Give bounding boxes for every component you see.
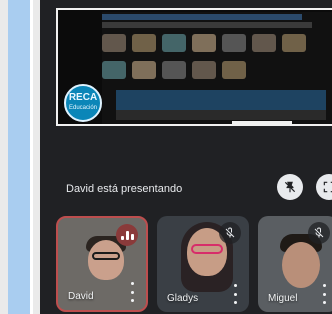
more-options-button[interactable] [128, 282, 136, 302]
mic-off-icon [225, 227, 235, 238]
slide-image [162, 61, 186, 79]
slide-image [102, 34, 126, 52]
presentation-slide [102, 12, 332, 124]
more-options-icon [322, 301, 326, 304]
mic-off-icon [314, 227, 324, 238]
more-options-button[interactable] [320, 284, 328, 304]
participant-tile[interactable]: Gladys [157, 216, 249, 312]
participant-tile[interactable]: Miguel [258, 216, 332, 312]
speaking-bar [120, 236, 124, 240]
more-options-icon [322, 292, 326, 296]
slide-image-grid [102, 34, 332, 82]
participant-video-face [282, 242, 320, 288]
logo-text-line1: RECA [68, 92, 98, 103]
more-options-icon [130, 282, 134, 285]
slide-image [132, 61, 156, 79]
logo-text-line2: Educación [68, 105, 98, 111]
speaking-indicator-icon [120, 230, 134, 240]
mic-off-indicator [219, 222, 241, 244]
more-options-button[interactable] [231, 284, 239, 304]
fullscreen-icon [323, 181, 332, 193]
window-left-frame [0, 0, 40, 314]
more-options-icon [130, 290, 134, 294]
slide-footer-bar [232, 121, 292, 124]
slide-image [192, 61, 216, 79]
participant-tile[interactable]: David [56, 216, 148, 312]
speaking-indicator [116, 224, 138, 246]
slide-image [222, 34, 246, 52]
participant-name: David [68, 291, 94, 302]
slide-image [102, 61, 126, 79]
speaking-bar [125, 231, 129, 240]
meeting-app: RECA Educación David está presentando Da… [40, 0, 332, 314]
slide-image [162, 34, 186, 52]
left-scrollbar[interactable] [8, 0, 33, 314]
slide-image [252, 34, 276, 52]
participant-name: Miguel [268, 293, 298, 304]
slide-image [282, 34, 306, 52]
slide-caption-band [116, 110, 326, 120]
unpin-button[interactable] [277, 174, 303, 200]
more-options-icon [233, 284, 237, 287]
slide-image [192, 34, 216, 52]
slide-image [222, 61, 246, 79]
slide-timeline-band [116, 90, 326, 110]
presenting-label: David está presentando [66, 183, 183, 195]
more-options-icon [130, 299, 134, 302]
more-options-icon [233, 292, 237, 296]
participant-video-face [88, 240, 124, 280]
more-options-icon [233, 301, 237, 304]
mic-off-indicator [308, 222, 330, 244]
participant-name: Gladys [167, 293, 199, 304]
shared-screen: RECA Educación [56, 8, 332, 126]
unpin-icon [284, 181, 296, 193]
slide-header-bar [102, 14, 302, 20]
reca-logo: RECA Educación [64, 84, 102, 122]
more-options-icon [322, 284, 326, 287]
fullscreen-button[interactable] [316, 174, 332, 200]
slide-subheader-bar [102, 22, 312, 28]
speaking-bar [130, 234, 134, 240]
participant-video-glasses [191, 244, 223, 254]
participant-video-glasses [92, 252, 120, 260]
slide-image [132, 34, 156, 52]
